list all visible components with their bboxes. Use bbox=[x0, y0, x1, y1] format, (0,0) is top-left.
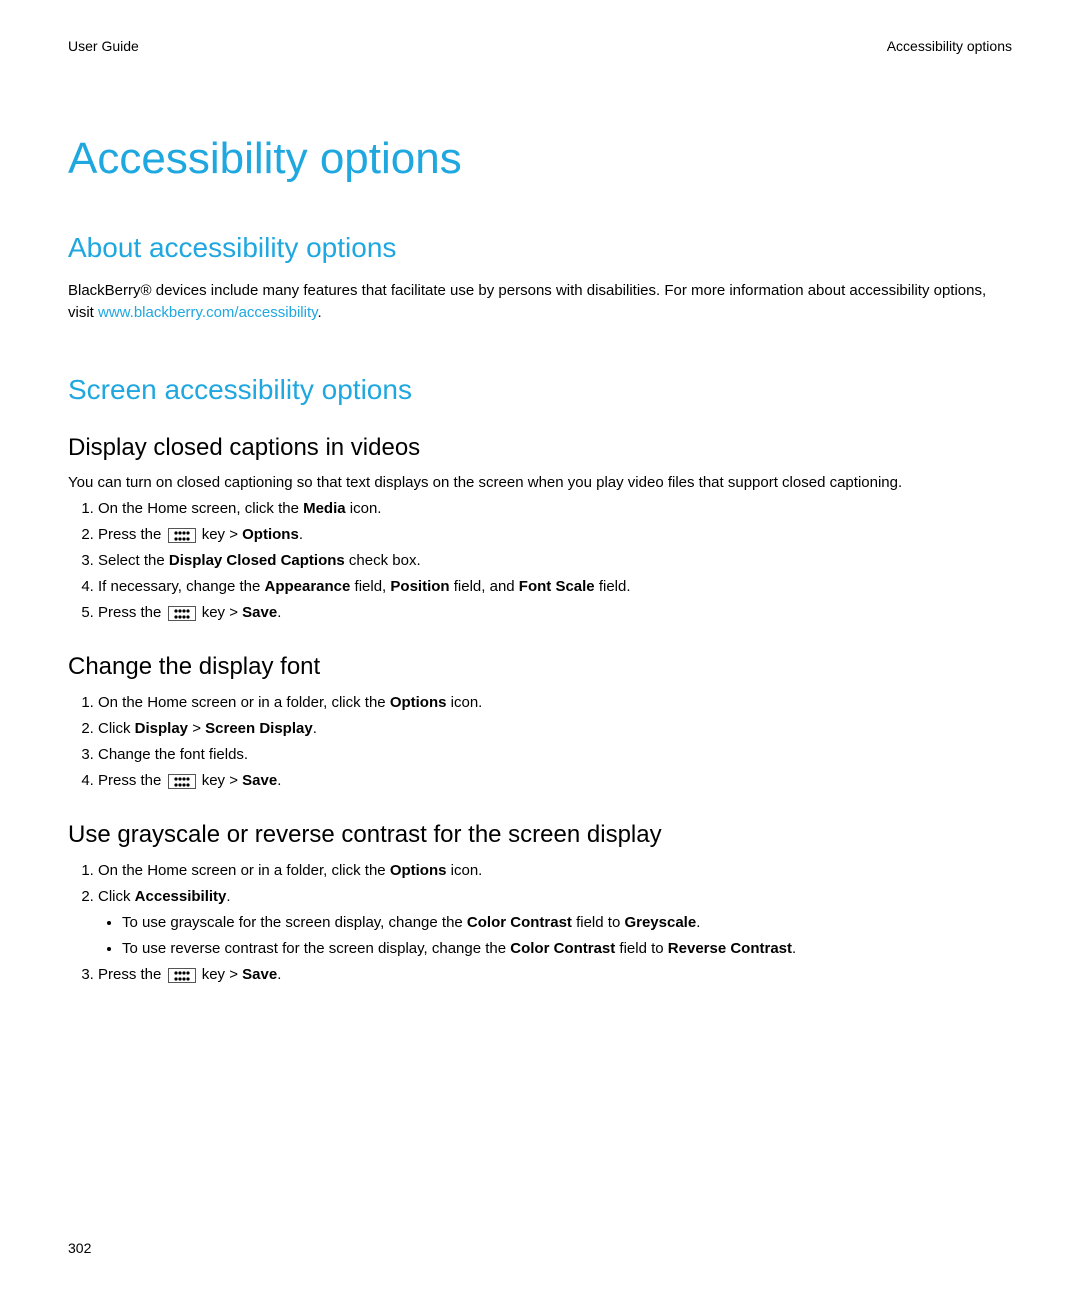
header-right: Accessibility options bbox=[887, 38, 1012, 54]
list-item: Click Display > Screen Display. bbox=[98, 717, 1012, 741]
about-heading: About accessibility options bbox=[68, 232, 1012, 264]
page-header: User Guide Accessibility options bbox=[68, 38, 1012, 54]
menu-key-icon bbox=[168, 968, 196, 983]
list-item: Press the key > Options. bbox=[98, 523, 1012, 547]
page-number: 302 bbox=[68, 1240, 91, 1256]
about-text-post: . bbox=[318, 304, 322, 321]
about-link[interactable]: www.blackberry.com/accessibility bbox=[98, 304, 318, 321]
list-item: On the Home screen or in a folder, click… bbox=[98, 691, 1012, 715]
screen-heading: Screen accessibility options bbox=[68, 374, 1012, 406]
contrast-bullets: To use grayscale for the screen display,… bbox=[98, 911, 1012, 961]
contrast-steps: On the Home screen or in a folder, click… bbox=[68, 859, 1012, 987]
font-steps: On the Home screen or in a folder, click… bbox=[68, 691, 1012, 793]
list-item: To use reverse contrast for the screen d… bbox=[122, 937, 1012, 961]
list-item: Press the key > Save. bbox=[98, 601, 1012, 625]
contrast-heading: Use grayscale or reverse contrast for th… bbox=[68, 821, 1012, 849]
menu-key-icon bbox=[168, 774, 196, 789]
document-page: User Guide Accessibility options Accessi… bbox=[0, 0, 1080, 1296]
captions-intro: You can turn on closed captioning so tha… bbox=[68, 472, 1012, 494]
list-item: On the Home screen, click the Media icon… bbox=[98, 497, 1012, 521]
list-item: Click Accessibility. To use grayscale fo… bbox=[98, 885, 1012, 961]
about-paragraph: BlackBerry® devices include many feature… bbox=[68, 280, 1012, 324]
menu-key-icon bbox=[168, 528, 196, 543]
page-title: Accessibility options bbox=[68, 134, 1012, 184]
captions-steps: On the Home screen, click the Media icon… bbox=[68, 497, 1012, 625]
header-left: User Guide bbox=[68, 38, 139, 54]
menu-key-icon bbox=[168, 606, 196, 621]
list-item: To use grayscale for the screen display,… bbox=[122, 911, 1012, 935]
list-item: Select the Display Closed Captions check… bbox=[98, 549, 1012, 573]
list-item: Change the font fields. bbox=[98, 743, 1012, 767]
list-item: On the Home screen or in a folder, click… bbox=[98, 859, 1012, 883]
font-heading: Change the display font bbox=[68, 653, 1012, 681]
list-item: Press the key > Save. bbox=[98, 769, 1012, 793]
list-item: If necessary, change the Appearance fiel… bbox=[98, 575, 1012, 599]
list-item: Press the key > Save. bbox=[98, 963, 1012, 987]
captions-heading: Display closed captions in videos bbox=[68, 434, 1012, 462]
